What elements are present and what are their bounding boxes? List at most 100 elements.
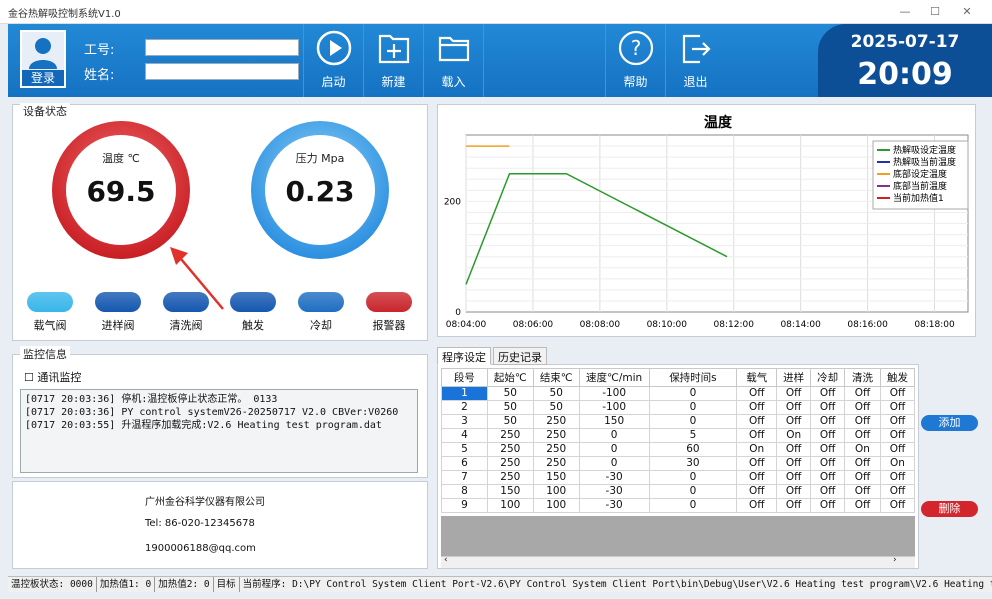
table-cell[interactable]: Off	[844, 498, 881, 513]
table-cell[interactable]: Off	[844, 414, 881, 429]
table-cell[interactable]: 6	[441, 456, 488, 471]
table-cell[interactable]: Off	[810, 400, 846, 415]
table-cell[interactable]: 30	[648, 456, 738, 471]
table-row[interactable]: 8 150 100 -30 0 Off Off Off Off Off	[441, 484, 916, 499]
table-cell[interactable]: Off	[810, 470, 846, 485]
table-cell[interactable]: Off	[844, 428, 881, 443]
table-cell[interactable]: 8	[441, 484, 488, 499]
table-cell[interactable]: 0	[648, 386, 738, 401]
column-header[interactable]: 冷却	[810, 368, 846, 387]
add-button[interactable]: 添加	[921, 415, 978, 431]
table-cell[interactable]: Off	[736, 428, 778, 443]
table-cell[interactable]: 9	[441, 498, 488, 513]
table-cell[interactable]: 250	[486, 428, 534, 443]
valve-indicator[interactable]	[163, 292, 209, 312]
table-cell[interactable]: 50	[532, 386, 580, 401]
table-cell[interactable]: -100	[578, 400, 650, 415]
table-row[interactable]: 4 250 250 0 5 Off On Off Off Off	[441, 428, 916, 443]
table-cell[interactable]: Off	[776, 484, 812, 499]
table-cell[interactable]: 250	[532, 456, 580, 471]
table-cell[interactable]: Off	[776, 456, 812, 471]
table-cell[interactable]: 100	[532, 484, 580, 499]
table-cell[interactable]: Off	[810, 386, 846, 401]
table-cell[interactable]: 0	[578, 442, 650, 457]
table-cell[interactable]: 0	[648, 498, 738, 513]
table-cell[interactable]: 150	[578, 414, 650, 429]
table-cell[interactable]: On	[879, 456, 916, 471]
table-cell[interactable]: Off	[810, 484, 846, 499]
table-cell[interactable]: Off	[776, 386, 812, 401]
table-cell[interactable]: Off	[736, 456, 778, 471]
valve-indicator[interactable]	[298, 292, 344, 312]
table-cell[interactable]: 0	[648, 470, 738, 485]
column-header[interactable]: 起始℃	[486, 368, 534, 387]
table-row[interactable]: 7 250 150 -30 0 Off Off Off Off Off	[441, 470, 916, 485]
valve-indicator[interactable]	[27, 292, 73, 312]
table-cell[interactable]: Off	[776, 414, 812, 429]
name-input[interactable]	[145, 63, 299, 80]
delete-button[interactable]: 删除	[921, 501, 978, 517]
valve-indicator[interactable]	[230, 292, 276, 312]
table-cell[interactable]: -30	[578, 484, 650, 499]
table-cell[interactable]: -30	[578, 498, 650, 513]
table-cell[interactable]: Off	[736, 414, 778, 429]
table-cell[interactable]: 250	[532, 428, 580, 443]
table-cell[interactable]: Off	[810, 456, 846, 471]
table-cell[interactable]: 5	[648, 428, 738, 443]
scroll-left-icon[interactable]: ‹	[444, 555, 448, 565]
table-cell[interactable]: 150	[532, 470, 580, 485]
table-cell[interactable]: Off	[879, 484, 916, 499]
column-header[interactable]: 载气	[736, 368, 778, 387]
table-cell[interactable]: Off	[736, 484, 778, 499]
table-cell[interactable]: Off	[879, 470, 916, 485]
table-cell[interactable]: Off	[776, 498, 812, 513]
valve-indicator[interactable]	[366, 292, 412, 312]
table-cell[interactable]: 5	[441, 442, 488, 457]
column-header[interactable]: 速度℃/min	[578, 368, 650, 387]
table-cell[interactable]: Off	[810, 442, 846, 457]
table-cell[interactable]: Off	[776, 400, 812, 415]
table-cell[interactable]: 3	[441, 414, 488, 429]
table-cell[interactable]: 0	[648, 484, 738, 499]
table-cell[interactable]: Off	[810, 414, 846, 429]
table-row[interactable]: 6 250 250 0 30 Off Off Off Off On	[441, 456, 916, 471]
column-header[interactable]: 结束℃	[532, 368, 580, 387]
table-row[interactable]: 5 250 250 0 60 On Off Off On Off	[441, 442, 916, 457]
table-cell[interactable]: On	[736, 442, 778, 457]
table-cell[interactable]: Off	[736, 386, 778, 401]
table-cell[interactable]: 50	[532, 400, 580, 415]
table-cell[interactable]: 2	[441, 400, 488, 415]
table-cell[interactable]: On	[844, 442, 881, 457]
table-cell[interactable]: Off	[736, 400, 778, 415]
table-cell[interactable]: 100	[486, 498, 534, 513]
table-cell[interactable]: Off	[776, 470, 812, 485]
table-cell[interactable]: Off	[810, 428, 846, 443]
scroll-right-icon[interactable]: ›	[893, 555, 897, 565]
table-cell[interactable]: 0	[648, 414, 738, 429]
tab-program-settings[interactable]: 程序设定	[437, 347, 491, 365]
table-cell[interactable]: Off	[879, 414, 916, 429]
table-row[interactable]: 1 50 50 -100 0 Off Off Off Off Off	[441, 386, 916, 401]
table-cell[interactable]: Off	[844, 386, 881, 401]
table-cell[interactable]: -100	[578, 386, 650, 401]
column-header[interactable]: 段号	[441, 368, 488, 387]
table-cell[interactable]: 60	[648, 442, 738, 457]
horizontal-scrollbar[interactable]: ‹ ›	[441, 555, 915, 568]
tab-history[interactable]: 历史记录	[493, 347, 547, 365]
table-row[interactable]: 9 100 100 -30 0 Off Off Off Off Off	[441, 498, 916, 513]
column-header[interactable]: 保持时间s	[648, 368, 738, 387]
table-cell[interactable]: Off	[844, 456, 881, 471]
table-cell[interactable]: 50	[486, 414, 534, 429]
table-cell[interactable]: Off	[776, 442, 812, 457]
table-cell[interactable]: 7	[441, 470, 488, 485]
load-button[interactable]: 载入	[423, 24, 483, 97]
minimize-button[interactable]: —	[890, 2, 920, 22]
exit-button[interactable]: 退出	[665, 24, 725, 97]
table-cell[interactable]: 4	[441, 428, 488, 443]
column-header[interactable]: 进样	[776, 368, 812, 387]
table-cell[interactable]: Off	[879, 386, 916, 401]
new-button[interactable]: 新建	[363, 24, 423, 97]
table-cell[interactable]: On	[776, 428, 812, 443]
table-cell[interactable]: 100	[532, 498, 580, 513]
table-cell[interactable]: 250	[486, 470, 534, 485]
